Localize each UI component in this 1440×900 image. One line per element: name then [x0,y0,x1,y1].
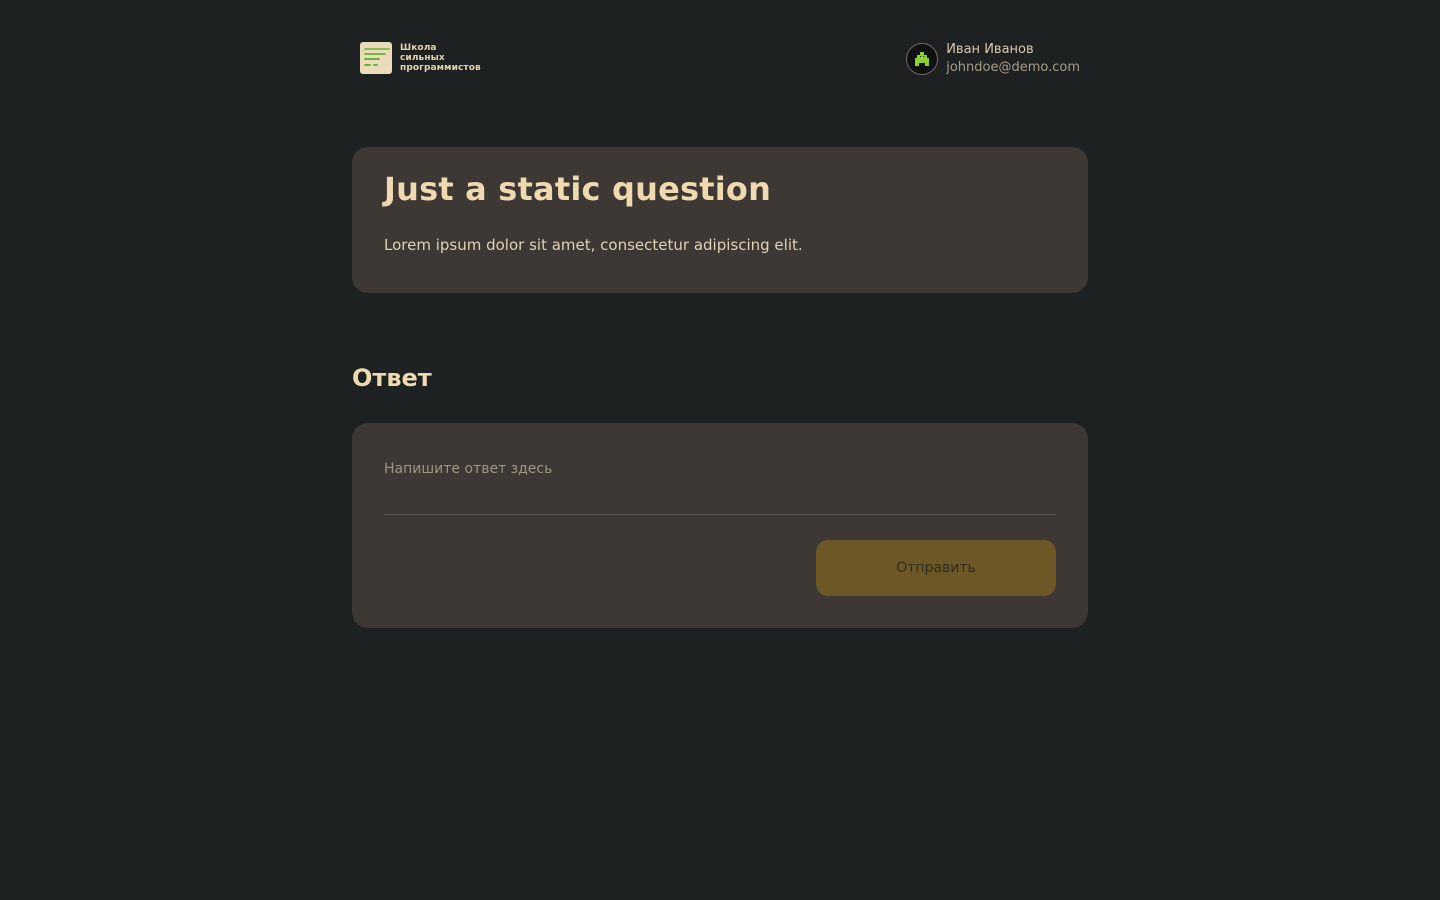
brand-name-line: Школа [400,43,437,53]
answer-card: Отправить [352,423,1088,628]
user-details: Иван Иванов johndoe@demo.com [946,42,1080,76]
brand-name-line: сильных [400,53,445,63]
brand-logo[interactable]: Школа сильных программистов [360,42,481,74]
brand-name: Школа сильных программистов [400,43,481,73]
user-name: Иван Иванов [946,42,1034,57]
user-profile[interactable]: Иван Иванов johndoe@demo.com [906,42,1080,76]
document-lines-icon [360,42,392,74]
brand-name-line: программистов [400,63,481,73]
submit-button[interactable]: Отправить [816,540,1056,596]
question-card: Just a static question Lorem ipsum dolor… [352,147,1088,293]
avatar[interactable] [906,43,939,75]
pixel-creature-icon [915,52,930,66]
answer-input[interactable] [384,451,1056,515]
question-title: Just a static question [384,170,772,208]
answer-heading: Ответ [352,364,432,392]
question-text: Lorem ipsum dolor sit amet, consectetur … [384,236,803,254]
user-email: johndoe@demo.com [946,60,1080,75]
header: Школа сильных программистов Иван Иванов … [360,42,1080,76]
page: Школа сильных программистов Иван Иванов … [0,0,1440,900]
